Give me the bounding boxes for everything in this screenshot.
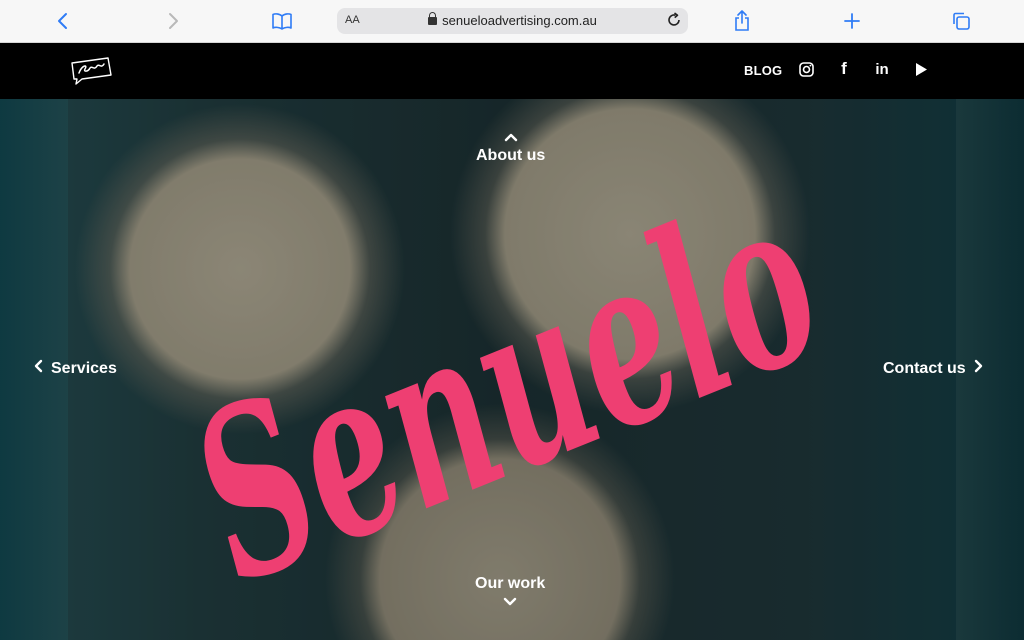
chevron-left-icon: [34, 359, 43, 378]
facebook-icon[interactable]: f: [835, 59, 853, 78]
instagram-icon[interactable]: [797, 60, 815, 78]
browser-toolbar: AA senueloadvertising.com.au: [0, 0, 1024, 43]
nav-about-us[interactable]: About us: [476, 129, 545, 165]
bookmarks-icon[interactable]: [269, 0, 295, 42]
address-bar[interactable]: AA senueloadvertising.com.au: [337, 8, 688, 34]
lock-icon: [428, 12, 438, 25]
url-display: senueloadvertising.com.au: [337, 12, 688, 28]
share-icon[interactable]: [731, 0, 753, 42]
brand-wordmark: Senuelo: [159, 169, 854, 589]
youtube-icon[interactable]: [912, 60, 930, 78]
chevron-up-icon: [504, 129, 518, 147]
site-header: BLOG f in: [0, 43, 1024, 99]
chevron-down-icon: [503, 593, 517, 611]
tabs-overview-icon[interactable]: [950, 0, 972, 42]
nav-contact-us[interactable]: Contact us: [883, 359, 983, 378]
blog-link[interactable]: BLOG: [744, 63, 782, 78]
nav-services[interactable]: Services: [34, 359, 117, 378]
hero-section: Senuelo About us Services Contact us Our…: [0, 99, 1024, 640]
back-icon[interactable]: [52, 0, 74, 42]
nav-about-us-label: About us: [476, 147, 546, 164]
reload-icon[interactable]: [666, 12, 682, 33]
linkedin-icon[interactable]: in: [873, 60, 891, 78]
url-text: senueloadvertising.com.au: [442, 13, 597, 28]
nav-our-work[interactable]: Our work: [475, 575, 545, 611]
forward-icon[interactable]: [162, 0, 184, 42]
chevron-right-icon: [974, 359, 983, 378]
new-tab-icon[interactable]: [841, 0, 863, 42]
brand-script-text: Senuelo: [159, 169, 854, 589]
nav-our-work-label: Our work: [475, 575, 546, 592]
nav-contact-us-label: Contact us: [883, 359, 966, 377]
site-logo[interactable]: [68, 55, 114, 85]
nav-services-label: Services: [51, 359, 117, 377]
